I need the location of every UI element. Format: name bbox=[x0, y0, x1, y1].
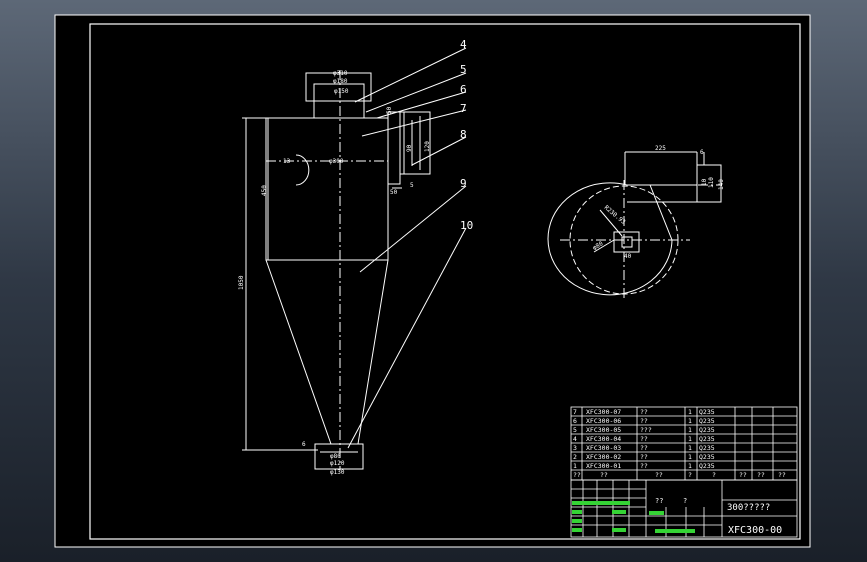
dim-angle: 13 bbox=[283, 158, 291, 165]
part-no-8[interactable]: 8 bbox=[460, 128, 467, 141]
bom-cell: Q235 bbox=[699, 444, 715, 452]
bom-cell: 1 bbox=[688, 417, 692, 425]
part-no-9[interactable]: 9 bbox=[460, 177, 467, 190]
bom-cell: XFC300-01 bbox=[586, 462, 621, 470]
bom-cell: ?? bbox=[640, 444, 648, 452]
dim-bottom-d2: φ120 bbox=[330, 460, 345, 467]
drawing-title[interactable]: 300????? bbox=[727, 503, 770, 513]
bom-cell: Q235 bbox=[699, 417, 715, 425]
bom-cell: Q235 bbox=[699, 435, 715, 443]
bom-header-cell: ? bbox=[688, 471, 692, 479]
dim-top-h3: 10 bbox=[701, 178, 708, 186]
bom-header-cell: ?? bbox=[739, 471, 747, 479]
bom-cell: ?? bbox=[640, 417, 648, 425]
bom-cell: ??? bbox=[640, 426, 652, 434]
bom-cell: XFC300-05 bbox=[586, 426, 621, 434]
bom-header-cell: ?? bbox=[600, 471, 608, 479]
stamp-bar bbox=[572, 501, 630, 505]
bom-cell: 2 bbox=[573, 453, 577, 461]
bom-cell: ?? bbox=[640, 408, 648, 416]
stamp-bar bbox=[572, 519, 582, 523]
stamp-bar bbox=[572, 528, 582, 532]
dim-bottom-t: 6 bbox=[302, 441, 306, 448]
dim-inlet-b: 5 bbox=[410, 182, 414, 189]
bom-cell: XFC300-07 bbox=[586, 408, 621, 416]
bom-cell: 1 bbox=[688, 444, 692, 452]
bom-cell: Q235 bbox=[699, 453, 715, 461]
dim-total-h: 1050 bbox=[238, 275, 245, 290]
bom-cell: ?? bbox=[640, 435, 648, 443]
dim-r-small2: 40 bbox=[624, 253, 632, 260]
stamp-bar bbox=[655, 529, 695, 533]
bom-cell: Q235 bbox=[699, 462, 715, 470]
bom-header-cell: ?? bbox=[757, 471, 765, 479]
stamp-bar bbox=[572, 510, 582, 514]
dim-inlet-c: 50 bbox=[390, 189, 398, 196]
dim-top-h2: 110 bbox=[708, 177, 715, 188]
drawing-number[interactable]: XFC300-00 bbox=[728, 525, 782, 536]
dim-outlet-d1: φ310 bbox=[333, 70, 348, 77]
bom-header-cell: ? bbox=[712, 471, 716, 479]
cad-viewport[interactable]: 4 5 6 7 8 9 10 φ310 φ180 φ150 φ300 13 φ8… bbox=[0, 0, 867, 562]
dim-inlet-h1: 120 bbox=[424, 141, 431, 152]
bom-cell: 6 bbox=[573, 417, 577, 425]
bom-cell: 1 bbox=[688, 435, 692, 443]
bom-cell: 1 bbox=[688, 453, 692, 461]
bom-cell: 1 bbox=[573, 462, 577, 470]
dim-cyl-h: 450 bbox=[261, 185, 268, 196]
dim-inlet-h2: 90 bbox=[406, 144, 413, 152]
bom-cell: ?? bbox=[640, 462, 648, 470]
bom-header-cell: ?? bbox=[655, 471, 663, 479]
dim-top-t: 6 bbox=[700, 149, 704, 156]
bom-cell: XFC300-03 bbox=[586, 444, 621, 452]
bom-cell: 1 bbox=[688, 462, 692, 470]
bom-cell: 4 bbox=[573, 435, 577, 443]
dim-outlet-d3: φ150 bbox=[334, 88, 349, 95]
dim-body-d: φ300 bbox=[329, 158, 344, 165]
bom-cell: 3 bbox=[573, 444, 577, 452]
dim-bottom-d1: φ80 bbox=[330, 453, 341, 460]
bom-cell: XFC300-02 bbox=[586, 453, 621, 461]
drawing-canvas[interactable]: 4 5 6 7 8 9 10 φ310 φ180 φ150 φ300 13 φ8… bbox=[0, 0, 867, 562]
title-label-a: ?? bbox=[655, 497, 663, 505]
part-no-6[interactable]: 6 bbox=[460, 83, 467, 96]
stamp-bar bbox=[612, 528, 626, 532]
part-no-10[interactable]: 10 bbox=[460, 219, 473, 232]
bom-header-cell: ?? bbox=[573, 471, 581, 479]
bom-cell: 5 bbox=[573, 426, 577, 434]
bom-cell: ?? bbox=[640, 453, 648, 461]
bom-cell: Q235 bbox=[699, 408, 715, 416]
title-label-b: ? bbox=[683, 497, 687, 505]
bom-cell: Q235 bbox=[699, 426, 715, 434]
bom-header-cell: ?? bbox=[778, 471, 786, 479]
stamp-bar bbox=[612, 510, 626, 514]
bom-cell: XFC300-06 bbox=[586, 417, 621, 425]
bom-cell: 1 bbox=[688, 426, 692, 434]
dim-top-h1: 140 bbox=[718, 179, 725, 190]
dim-outlet-d2: φ180 bbox=[333, 78, 348, 85]
part-no-7[interactable]: 7 bbox=[460, 102, 467, 115]
dim-bottom-d3: φ130 bbox=[330, 469, 345, 476]
dim-top-w: 225 bbox=[655, 145, 666, 152]
dim-inlet-w: 50 bbox=[386, 106, 393, 114]
part-no-5[interactable]: 5 bbox=[460, 63, 467, 76]
bom-cell: 1 bbox=[688, 408, 692, 416]
bom-cell: 7 bbox=[573, 408, 577, 416]
part-no-4[interactable]: 4 bbox=[460, 38, 467, 51]
stamp-bar bbox=[649, 511, 664, 515]
bom-cell: XFC300-04 bbox=[586, 435, 621, 443]
